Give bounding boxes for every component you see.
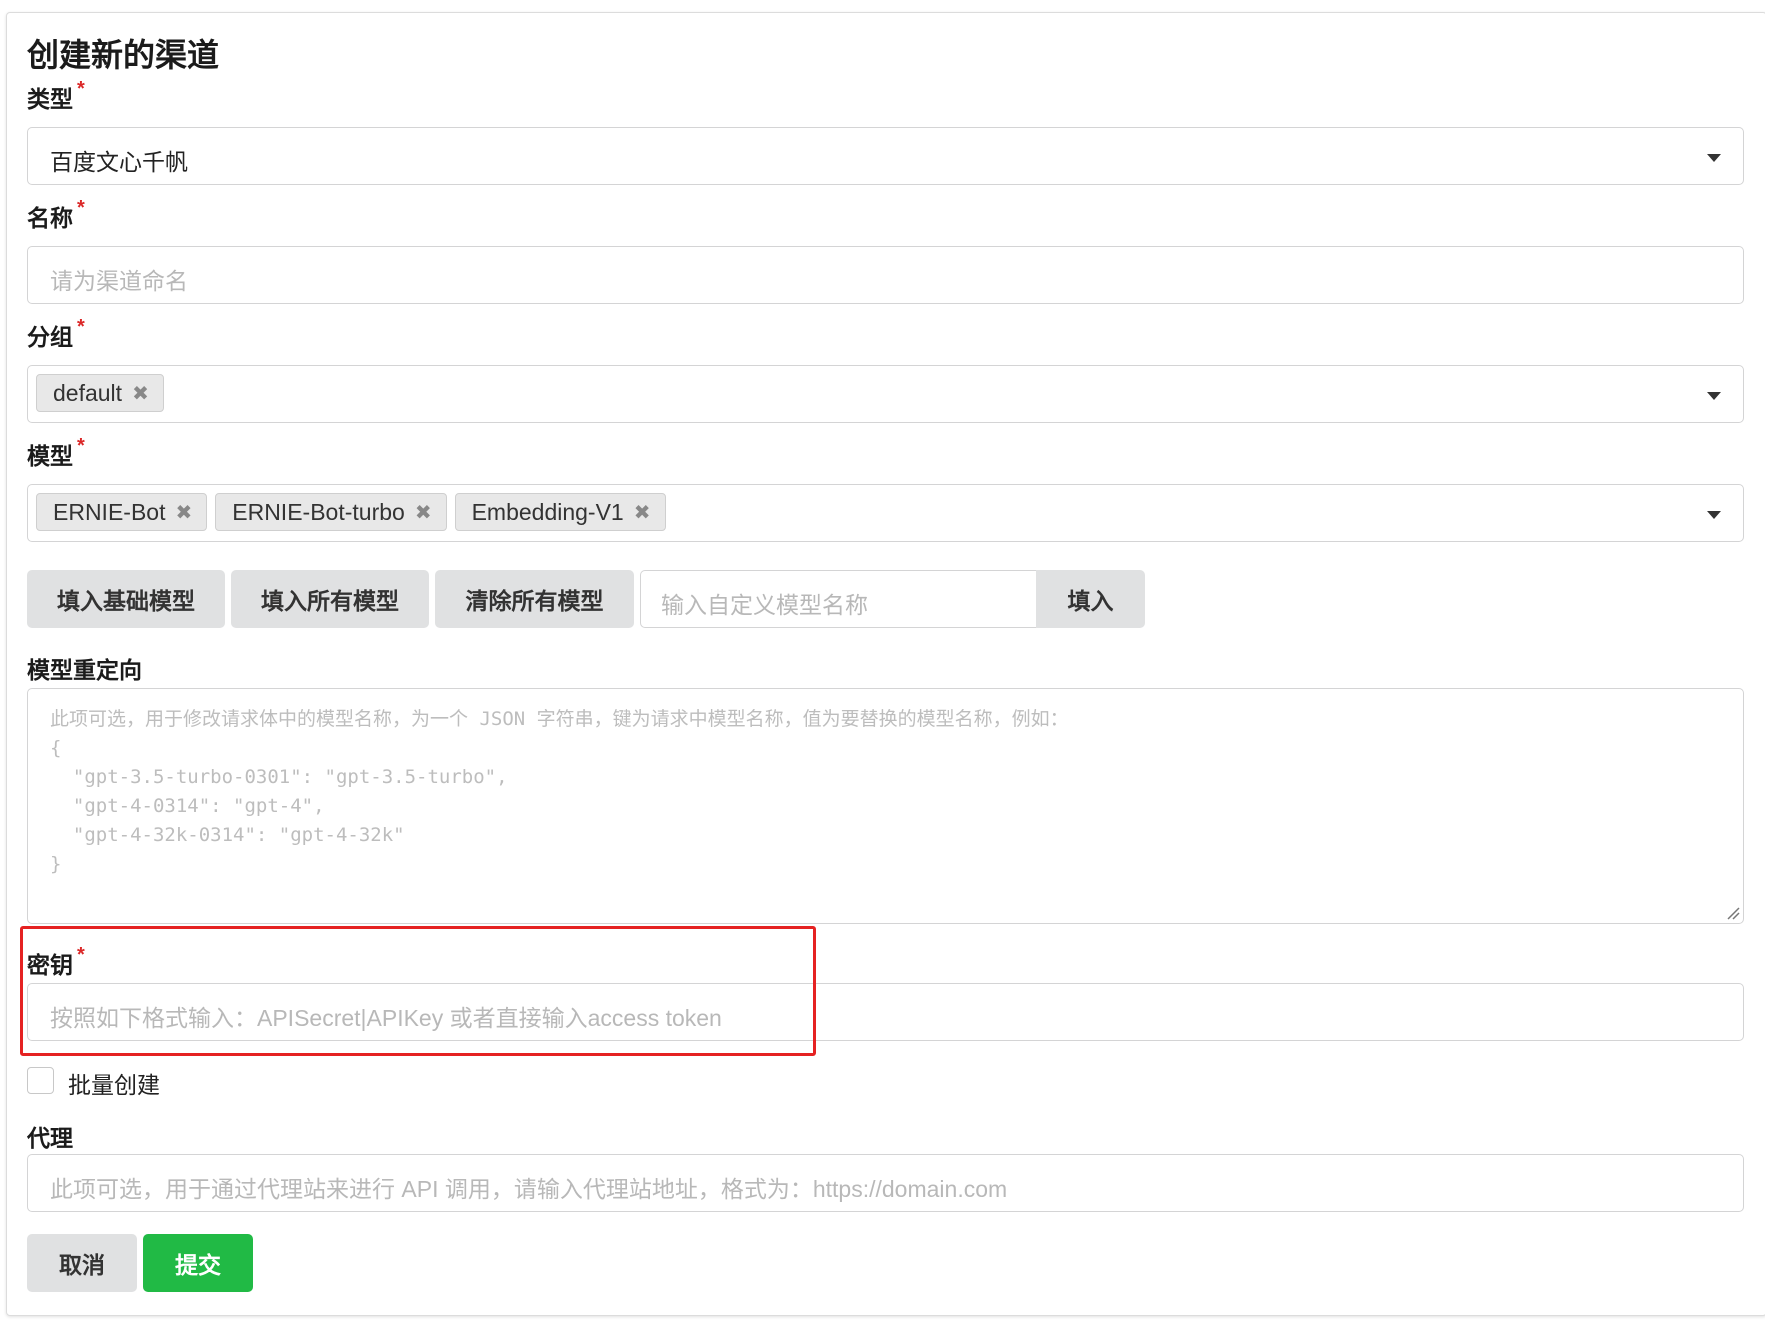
required-mark: *	[77, 78, 85, 100]
model-chip: ERNIE-Bot-turbo ✖	[215, 493, 447, 531]
models-select[interactable]: ERNIE-Bot ✖ ERNIE-Bot-turbo ✖ Embedding-…	[27, 484, 1744, 542]
models-label-text: 模型	[27, 443, 73, 469]
model-chip: ERNIE-Bot ✖	[36, 493, 208, 531]
close-icon[interactable]: ✖	[634, 500, 651, 525]
cancel-button[interactable]: 取消	[27, 1234, 137, 1292]
fill-basic-models-button[interactable]: 填入基础模型	[27, 570, 225, 628]
group-label-text: 分组	[27, 324, 73, 350]
models-label: 模型 *	[27, 435, 85, 471]
proxy-input[interactable]: 此项可选，用于通过代理站来进行 API 调用，请输入代理站地址，格式为：http…	[27, 1154, 1744, 1212]
custom-model-input[interactable]: 输入自定义模型名称	[640, 570, 1036, 628]
model-chip-label: ERNIE-Bot	[53, 498, 166, 525]
type-label-text: 类型	[27, 86, 73, 112]
caret-down-icon	[1707, 154, 1721, 162]
batch-create-label[interactable]: 批量创建	[68, 1066, 160, 1100]
model-mapping-label: 模型重定向	[27, 657, 142, 683]
close-icon[interactable]: ✖	[132, 381, 149, 406]
model-chip-label: ERNIE-Bot-turbo	[232, 498, 405, 525]
proxy-label: 代理	[27, 1125, 73, 1151]
name-label: 名称 *	[27, 197, 85, 233]
page-title: 创建新的渠道	[27, 37, 220, 73]
name-label-text: 名称	[27, 205, 73, 231]
model-chip-label: Embedding-V1	[471, 498, 624, 525]
close-icon[interactable]: ✖	[415, 500, 432, 525]
required-mark: *	[77, 197, 85, 219]
type-select[interactable]: 百度文心千帆	[27, 127, 1744, 185]
model-mapping-textarea[interactable]: 此项可选，用于修改请求体中的模型名称，为一个 JSON 字符串，键为请求中模型名…	[27, 688, 1744, 924]
group-chip: default ✖	[36, 374, 164, 412]
submit-button[interactable]: 提交	[143, 1234, 253, 1292]
name-input-placeholder: 请为渠道命名	[50, 268, 188, 294]
group-chip-label: default	[53, 379, 123, 406]
proxy-input-placeholder: 此项可选，用于通过代理站来进行 API 调用，请输入代理站地址，格式为：http…	[50, 1176, 1008, 1202]
create-channel-form	[6, 12, 1765, 1316]
close-icon[interactable]: ✖	[175, 500, 192, 525]
caret-down-icon	[1707, 392, 1721, 400]
model-mapping-placeholder: 此项可选，用于修改请求体中的模型名称，为一个 JSON 字符串，键为请求中模型名…	[50, 708, 1069, 875]
group-select[interactable]: default ✖	[27, 365, 1744, 423]
name-input[interactable]: 请为渠道命名	[27, 246, 1744, 304]
fill-all-models-button[interactable]: 填入所有模型	[231, 570, 429, 628]
fill-custom-model-button[interactable]: 填入	[1036, 570, 1145, 628]
model-chip: Embedding-V1 ✖	[454, 493, 666, 531]
caret-down-icon	[1707, 511, 1721, 519]
required-mark: *	[77, 435, 85, 457]
custom-model-placeholder: 输入自定义模型名称	[661, 592, 868, 618]
group-label: 分组 *	[27, 316, 85, 352]
required-mark: *	[77, 316, 85, 338]
resize-handle-icon[interactable]	[1726, 906, 1740, 920]
clear-all-models-button[interactable]: 清除所有模型	[435, 570, 634, 628]
highlight-box	[20, 926, 816, 1056]
type-select-value: 百度文心千帆	[50, 149, 188, 175]
batch-create-checkbox[interactable]	[27, 1067, 54, 1094]
type-label: 类型 *	[27, 78, 85, 114]
